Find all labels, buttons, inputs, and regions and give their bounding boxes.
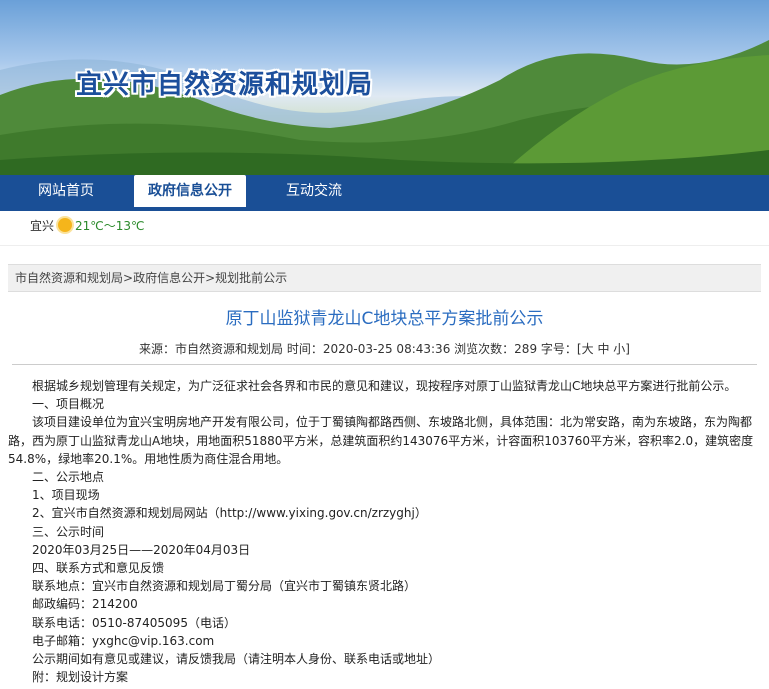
font-size-large-button[interactable]: 大 <box>582 342 594 356</box>
article-title: 原丁山监狱青龙山C地块总平方案批前公示 <box>225 309 544 329</box>
main-nav: 网站首页 政府信息公开 互动交流 <box>0 175 769 211</box>
title-divider <box>12 364 757 365</box>
nav-item-home[interactable]: 网站首页 <box>24 175 108 207</box>
contact-email: 电子邮箱：yxghc@vip.163.com <box>32 633 215 648</box>
meta-time: 2020-03-25 08:43:36 <box>322 342 451 356</box>
breadcrumb-separator: > <box>205 271 216 285</box>
breadcrumb-separator: > <box>123 271 134 285</box>
weather-temp: 21℃～13℃ <box>75 219 145 233</box>
section-heading-overview: 一、项目概况 <box>32 397 105 412</box>
meta-font-label: 字号：[ <box>540 342 582 356</box>
meta-time-label: 时间： <box>286 342 323 356</box>
header-banner: 宜兴市自然资源和规划局 <box>0 0 769 175</box>
contact-address: 联系地点：宜兴市自然资源和规划局丁蜀分局（宜兴市丁蜀镇东贤北路） <box>32 579 417 594</box>
weather-widget: 宜兴 21℃～13℃ <box>0 211 769 246</box>
font-size-small-button[interactable]: 小 <box>613 342 625 356</box>
article-body: 根据城乡规划管理有关规定，为广泛征求社会各界和市民的意见和建议，现按程序对原丁山… <box>8 377 755 686</box>
paragraph-feedback: 公示期间如有意见或建议，请反馈我局（请注明本人身份、联系电话或地址） <box>32 652 441 667</box>
site-title: 宜兴市自然资源和规划局 <box>76 70 374 100</box>
paragraph-overview: 该项目建设单位为宜兴宝明房地产开发有限公司，位于丁蜀镇陶都路西侧、东坡路北侧，具… <box>8 415 754 466</box>
sun-cloud-icon <box>58 218 73 232</box>
nav-item-gov-info[interactable]: 政府信息公开 <box>134 175 246 207</box>
nav-item-interaction[interactable]: 互动交流 <box>272 175 356 207</box>
contact-postcode: 邮政编码：214200 <box>32 597 138 612</box>
meta-views: 289 <box>514 342 538 356</box>
breadcrumb-link-bureau[interactable]: 市自然资源和规划局 <box>15 271 123 285</box>
meta-font-close: ] <box>625 342 630 356</box>
attachment-link[interactable]: 附：规划设计方案 <box>8 668 755 686</box>
weather-city: 宜兴 <box>30 219 55 233</box>
breadcrumb-link-gov-info[interactable]: 政府信息公开 <box>133 271 205 285</box>
contact-phone: 联系电话：0510-87405095（电话） <box>32 615 236 630</box>
section-heading-time: 三、公示时间 <box>32 524 105 539</box>
section-heading-location: 二、公示地点 <box>32 470 105 485</box>
meta-source-label: 来源： <box>139 342 176 356</box>
paragraph-intro: 根据城乡规划管理有关规定，为广泛征求社会各界和市民的意见和建议，现按程序对原丁山… <box>32 379 737 393</box>
section-heading-contact: 四、联系方式和意见反馈 <box>32 561 165 576</box>
breadcrumb-link-preapproval[interactable]: 规划批前公示 <box>215 271 287 285</box>
list-item-website: 2、宜兴市自然资源和规划局网站（http://www.yixing.gov.cn… <box>32 506 427 521</box>
breadcrumb: 市自然资源和规划局>政府信息公开>规划批前公示 <box>8 264 761 292</box>
article-meta: 来源：市自然资源和规划局 时间：2020-03-25 08:43:36 浏览次数… <box>0 340 769 358</box>
paragraph-time: 2020年03月25日——2020年04月03日 <box>32 542 251 557</box>
meta-source: 市自然资源和规划局 <box>175 342 284 356</box>
font-size-medium-button[interactable]: 中 <box>597 342 609 356</box>
meta-views-label: 浏览次数： <box>454 342 515 356</box>
list-item-site: 1、项目现场 <box>32 488 100 503</box>
